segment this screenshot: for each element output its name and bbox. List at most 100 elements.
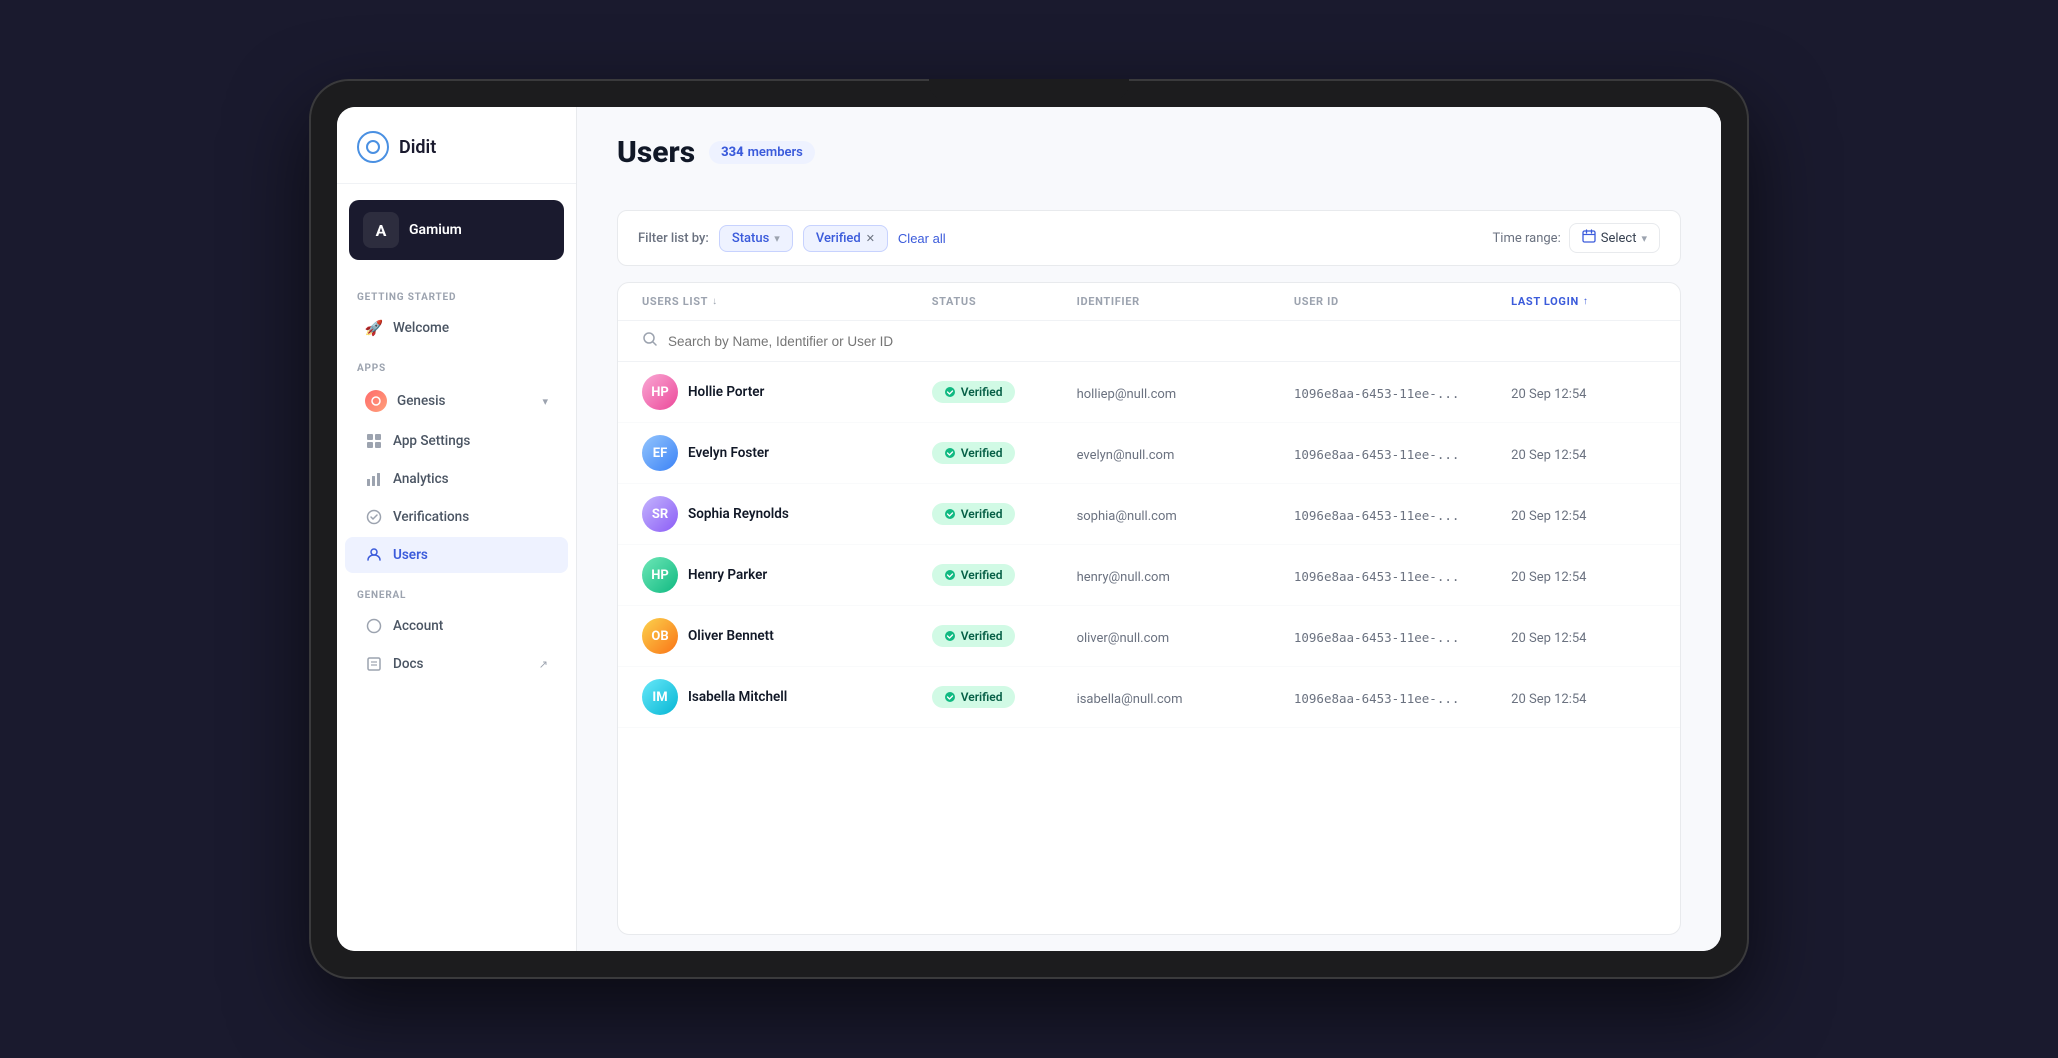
user-cell-identifier: evelyn@null.com [1077, 444, 1294, 463]
avatar: IM [642, 679, 678, 715]
filter-chip-status[interactable]: Status ▾ [719, 225, 793, 252]
lastlogin-text: 20 Sep 12:54 [1511, 631, 1586, 646]
status-chip-label: Status [732, 231, 769, 246]
time-range-select[interactable]: Select ▾ [1569, 223, 1660, 253]
userid-text: 1096e8aa-6453-11ee-... [1294, 630, 1460, 645]
user-cell-lastlogin: 20 Sep 12:54 [1511, 505, 1656, 524]
users-label: Users [393, 547, 428, 563]
sidebar: Didit A Gamium GETTING STARTED 🚀 Welcome… [337, 107, 577, 951]
user-cell-status: Verified [932, 564, 1077, 586]
table-header: USERS LIST ↓ STATUS IDENTIFIER USER ID L… [618, 283, 1680, 321]
user-cell-userid: 1096e8aa-6453-11ee-... [1294, 383, 1511, 402]
screen: Didit A Gamium GETTING STARTED 🚀 Welcome… [337, 107, 1721, 951]
user-cell-name: OB Oliver Bennett [642, 618, 932, 654]
filter-bar: Filter list by: Status ▾ Verified ✕ Clea… [617, 210, 1681, 266]
lastlogin-text: 20 Sep 12:54 [1511, 692, 1586, 707]
lastlogin-text: 20 Sep 12:54 [1511, 509, 1586, 524]
user-cell-status: Verified [932, 686, 1077, 708]
main-content: Users 334 members Filter list by: Status… [577, 107, 1721, 951]
status-badge: Verified [932, 503, 1015, 525]
workspace-selector[interactable]: A Gamium [349, 200, 564, 260]
user-rows-container: HP Hollie Porter Verified holliep@null.c… [618, 362, 1680, 728]
col-users-list: USERS LIST ↓ [642, 295, 932, 308]
search-input[interactable] [668, 334, 1656, 349]
avatar: SR [642, 496, 678, 532]
identifier-text: henry@null.com [1077, 570, 1170, 585]
sidebar-item-account[interactable]: Account [345, 608, 568, 644]
verifications-icon [365, 508, 383, 526]
sidebar-item-welcome[interactable]: 🚀 Welcome [345, 310, 568, 346]
status-badge: Verified [932, 686, 1015, 708]
users-icon [365, 546, 383, 564]
user-cell-name: EF Evelyn Foster [642, 435, 932, 471]
table-row[interactable]: HP Henry Parker Verified henry@null.com … [618, 545, 1680, 606]
device-notch [929, 79, 1129, 101]
user-name: Hollie Porter [688, 384, 764, 400]
verifications-label: Verifications [393, 509, 469, 525]
page-title-row: Users 334 members [617, 135, 1681, 170]
user-cell-status: Verified [932, 625, 1077, 647]
search-icon [642, 331, 658, 351]
search-row [618, 321, 1680, 362]
table-row[interactable]: HP Hollie Porter Verified holliep@null.c… [618, 362, 1680, 423]
identifier-text: isabella@null.com [1077, 692, 1183, 707]
device-frame: Didit A Gamium GETTING STARTED 🚀 Welcome… [309, 79, 1749, 979]
status-badge: Verified [932, 442, 1015, 464]
user-cell-status: Verified [932, 381, 1077, 403]
user-cell-identifier: sophia@null.com [1077, 505, 1294, 524]
sidebar-item-analytics[interactable]: Analytics [345, 461, 568, 497]
user-cell-identifier: oliver@null.com [1077, 627, 1294, 646]
sidebar-item-app-settings[interactable]: App Settings [345, 423, 568, 459]
sidebar-item-users[interactable]: Users [345, 537, 568, 573]
user-name: Sophia Reynolds [688, 506, 789, 522]
avatar: OB [642, 618, 678, 654]
userid-text: 1096e8aa-6453-11ee-... [1294, 508, 1460, 523]
time-range-value: Select [1601, 231, 1637, 246]
workspace-icon: A [363, 212, 399, 248]
user-cell-userid: 1096e8aa-6453-11ee-... [1294, 566, 1511, 585]
welcome-icon: 🚀 [365, 319, 383, 337]
user-cell-userid: 1096e8aa-6453-11ee-... [1294, 505, 1511, 524]
time-range-label: Time range: [1493, 231, 1561, 246]
logo-inner-circle [366, 140, 380, 154]
user-name: Evelyn Foster [688, 445, 769, 461]
members-label: members [748, 145, 803, 160]
calendar-icon [1582, 229, 1596, 247]
col-identifier: IDENTIFIER [1077, 295, 1294, 308]
app-name: Didit [399, 137, 436, 158]
sidebar-item-docs[interactable]: Docs ↗ [345, 646, 568, 682]
chevron-down-icon: ▾ [542, 395, 548, 408]
section-label-general: GENERAL [337, 574, 576, 607]
app-name-label: Genesis [397, 393, 532, 409]
sidebar-item-verifications[interactable]: Verifications [345, 499, 568, 535]
avatar: HP [642, 557, 678, 593]
user-cell-lastlogin: 20 Sep 12:54 [1511, 383, 1656, 402]
table-row[interactable]: EF Evelyn Foster Verified evelyn@null.co… [618, 423, 1680, 484]
main-header: Users 334 members [577, 107, 1721, 210]
status-badge: Verified [932, 625, 1015, 647]
userid-text: 1096e8aa-6453-11ee-... [1294, 691, 1460, 706]
status-chip-chevron: ▾ [774, 232, 780, 245]
table-row[interactable]: IM Isabella Mitchell Verified isabella@n… [618, 667, 1680, 728]
logo-icon [357, 131, 389, 163]
verified-chip-close[interactable]: ✕ [866, 232, 875, 245]
user-cell-lastlogin: 20 Sep 12:54 [1511, 627, 1656, 646]
col-status: STATUS [932, 295, 1077, 308]
account-icon [365, 617, 383, 635]
sort-icon-users: ↓ [712, 296, 718, 307]
table-row[interactable]: OB Oliver Bennett Verified oliver@null.c… [618, 606, 1680, 667]
members-count: 334 [721, 145, 744, 160]
users-table: USERS LIST ↓ STATUS IDENTIFIER USER ID L… [617, 282, 1681, 935]
time-range-section: Time range: Select ▾ [1493, 223, 1660, 253]
user-cell-name: IM Isabella Mitchell [642, 679, 932, 715]
clear-all-button[interactable]: Clear all [898, 231, 946, 246]
status-badge: Verified [932, 564, 1015, 586]
user-name: Henry Parker [688, 567, 767, 583]
user-cell-identifier: holliep@null.com [1077, 383, 1294, 402]
table-row[interactable]: SR Sophia Reynolds Verified sophia@null.… [618, 484, 1680, 545]
filter-label: Filter list by: [638, 231, 709, 246]
filter-chip-verified[interactable]: Verified ✕ [803, 225, 888, 252]
user-cell-name: HP Henry Parker [642, 557, 932, 593]
col-user-id: USER ID [1294, 295, 1511, 308]
app-selector[interactable]: Genesis ▾ [345, 381, 568, 421]
